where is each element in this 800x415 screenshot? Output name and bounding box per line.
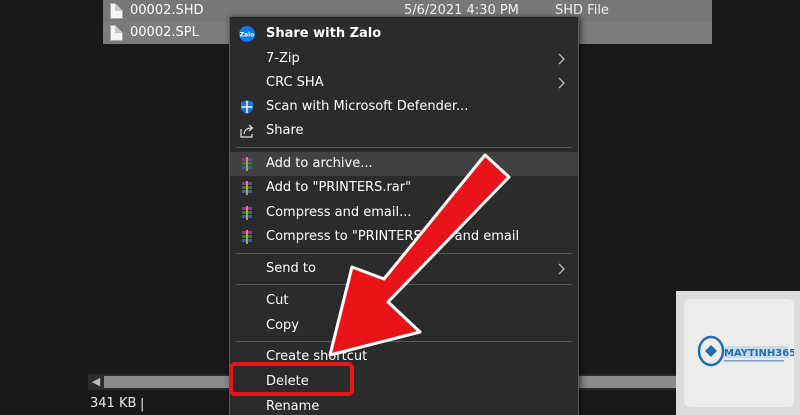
file-icon — [110, 25, 123, 41]
menu-item-cut[interactable]: Cut — [230, 289, 578, 313]
menu-item-label: Share — [266, 123, 304, 138]
menu-item-label: Rename — [266, 399, 320, 414]
menu-item-rename[interactable]: Rename — [230, 395, 578, 415]
menu-separator — [236, 253, 572, 254]
defender-shield-icon — [241, 100, 253, 114]
menu-item-label: Send to — [266, 261, 316, 276]
scroll-left-icon[interactable]: ◀ — [88, 374, 104, 390]
menu-item-label: CRC SHA — [266, 75, 324, 90]
menu-item-add-to-archive[interactable]: Add to archive... — [230, 152, 578, 176]
file-icon — [110, 3, 123, 19]
zalo-icon: Zalo — [239, 26, 255, 42]
context-menu: Zalo Share with Zalo 7-Zip CRC SHA Scan … — [229, 16, 579, 415]
menu-item-copy[interactable]: Copy — [230, 314, 578, 338]
menu-item-label: Share with Zalo — [266, 26, 382, 41]
menu-item-label: Compress to "PRINTERS.rar" and email — [266, 229, 520, 244]
menu-separator — [236, 147, 572, 148]
winrar-icon — [242, 181, 252, 195]
menu-item-label: Scan with Microsoft Defender... — [266, 99, 469, 114]
menu-item-7zip[interactable]: 7-Zip — [230, 47, 578, 71]
winrar-icon — [242, 206, 252, 220]
menu-item-label: Cut — [266, 293, 289, 308]
winrar-icon — [242, 157, 252, 171]
watermark-brand: MAYTINH365 — [724, 348, 794, 359]
menu-item-label: Add to "PRINTERS.rar" — [266, 180, 412, 195]
menu-item-compress-and-email[interactable]: Compress and email... — [230, 201, 578, 225]
menu-item-share-with-zalo[interactable]: Zalo Share with Zalo — [230, 22, 578, 46]
chevron-right-icon — [558, 77, 565, 89]
menu-item-crc-sha[interactable]: CRC SHA — [230, 71, 578, 95]
share-icon — [240, 124, 254, 138]
menu-item-label: Create shortcut — [266, 349, 368, 364]
watermark: MAYTINH365 — [676, 291, 800, 415]
menu-item-label: Add to archive... — [266, 156, 373, 171]
file-name: 00002.SPL — [130, 25, 199, 40]
maytinh365-logo-icon: MAYTINH365 — [697, 335, 794, 367]
file-name: 00002.SHD — [130, 3, 204, 18]
menu-item-label: 7-Zip — [266, 51, 300, 66]
menu-item-add-to-printers-rar[interactable]: Add to "PRINTERS.rar" — [230, 176, 578, 200]
menu-item-delete[interactable]: Delete — [230, 370, 578, 394]
status-separator: | — [140, 397, 145, 412]
menu-item-send-to[interactable]: Send to — [230, 257, 578, 281]
winrar-icon — [242, 230, 252, 244]
svg-text:Zalo: Zalo — [240, 32, 255, 39]
menu-item-label: Delete — [266, 374, 309, 389]
menu-item-create-shortcut[interactable]: Create shortcut — [230, 345, 578, 369]
menu-separator — [236, 284, 572, 285]
status-selected-size: 341 KB — [90, 396, 137, 411]
menu-item-label: Copy — [266, 318, 299, 333]
chevron-right-icon — [558, 263, 565, 275]
menu-separator — [236, 341, 572, 342]
menu-item-scan-defender[interactable]: Scan with Microsoft Defender... — [230, 95, 578, 119]
chevron-right-icon — [558, 53, 565, 65]
menu-item-share[interactable]: Share — [230, 119, 578, 143]
menu-item-compress-to-printers-rar-email[interactable]: Compress to "PRINTERS.rar" and email — [230, 225, 578, 249]
watermark-panel: MAYTINH365 — [684, 299, 794, 407]
menu-item-label: Compress and email... — [266, 205, 412, 220]
